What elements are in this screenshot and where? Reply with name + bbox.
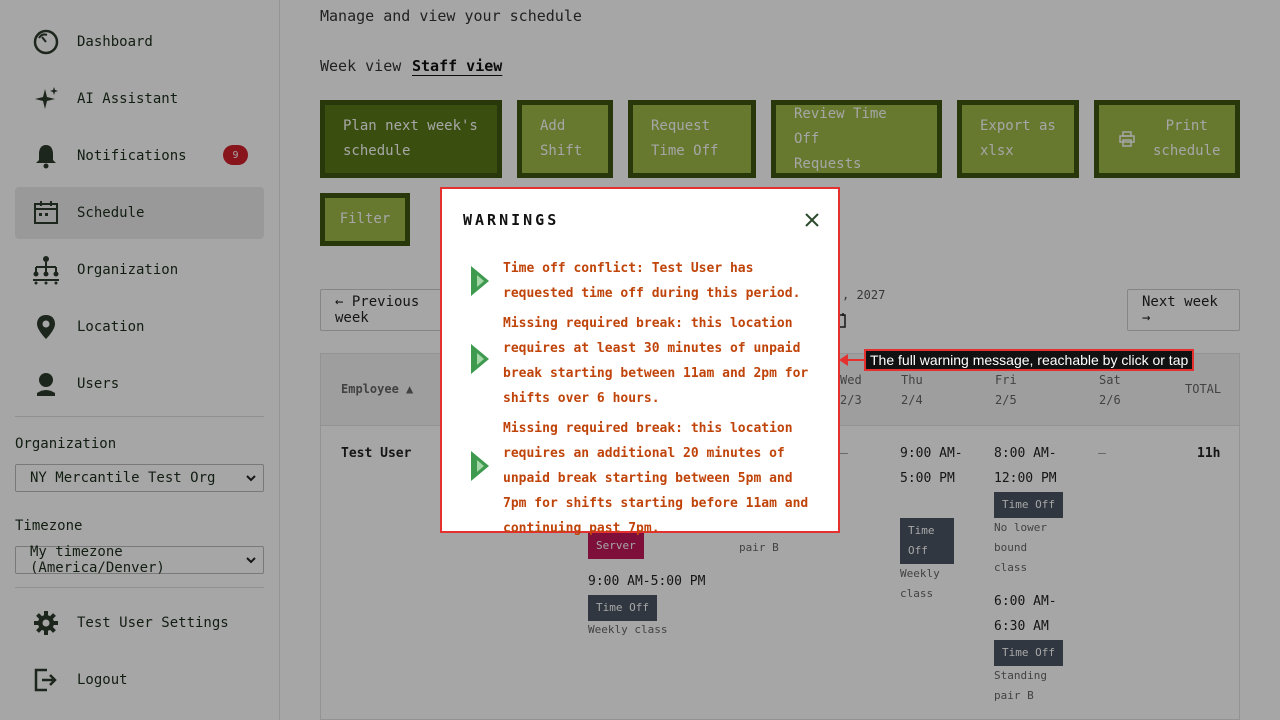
warning-arrow-icon [469,264,491,298]
annotation-callout: The full warning message, reachable by c… [864,349,1195,371]
warnings-modal: WARNINGS Time off conflict: Test User ha… [440,187,840,536]
modal-title: WARNINGS [463,211,560,229]
warning-arrow-icon [469,449,491,483]
warning-text: Time off conflict: Test User has request… [503,261,801,301]
annotation-line [846,359,864,361]
close-icon[interactable] [803,211,821,229]
warning-arrow-icon [469,342,491,376]
warning-text: Missing required break: this location re… [503,316,809,406]
warning-item[interactable]: Missing required break: this location re… [463,416,823,536]
warning-item[interactable]: Time off conflict: Test User has request… [463,256,823,306]
warning-item[interactable]: Missing required break: this location re… [463,311,823,411]
warning-text: Missing required break: this location re… [503,421,809,536]
